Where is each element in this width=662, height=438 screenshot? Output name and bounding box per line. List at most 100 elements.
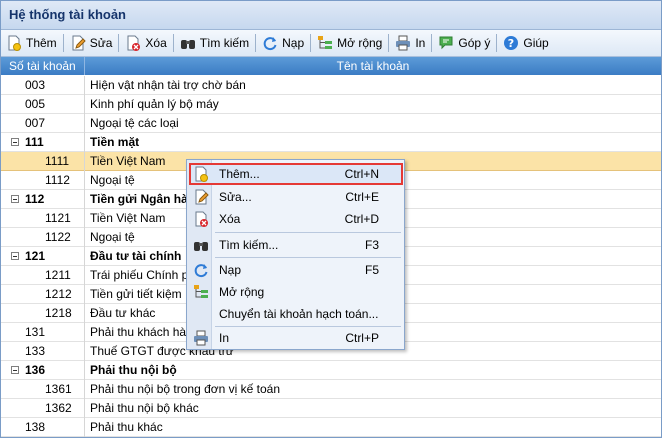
account-name: Tiền mặt [90,135,140,149]
menu-item-label: Xóa [219,212,241,226]
help-label: Giúp [523,36,549,50]
delete-label: Xóa [145,36,167,50]
column-header-account-number[interactable]: Số tài khoản [1,57,85,75]
account-code: 1212 [1,285,85,304]
expand-tree-icon [193,284,209,300]
print-button[interactable]: In [390,32,430,54]
search-label: Tìm kiếm [199,36,250,50]
add-document-icon [193,166,209,182]
window-title: Hệ thống tài khoản [9,7,126,22]
menu-item-expand[interactable]: Mở rộng [189,281,403,303]
toolbar: Thêm Sửa Xóa Tìm kiếm Nạp Mở rộng In Góp… [1,30,661,57]
account-code: 136 [1,361,85,380]
menu-item-shortcut: Ctrl+D [344,212,379,226]
menu-item-label: In [219,331,230,345]
help-button[interactable]: ? Giúp [498,32,553,54]
printer-icon [395,35,411,51]
expand-label: Mở rộng [337,36,383,50]
menu-item-label: Mở rộng [219,285,265,299]
expand-button[interactable]: Mở rộng [312,32,387,54]
edit-button[interactable]: Sửa [65,32,118,54]
menu-item-label: Nạp [219,263,242,277]
menu-item-delete[interactable]: Xóa Ctrl+D [189,208,403,230]
account-name: Tiền Việt Nam [90,154,166,168]
printer-icon [193,330,209,346]
toolbar-divider [255,34,257,52]
add-button[interactable]: Thêm [1,32,62,54]
menu-item-refresh[interactable]: Nạp F5 [189,259,403,281]
title-bar: Hệ thống tài khoản [1,1,661,30]
column-header-account-name[interactable]: Tên tài khoản [85,57,661,75]
delete-button[interactable]: Xóa [120,32,171,54]
account-code: 131 [1,323,85,342]
menu-item-shortcut: Ctrl+N [344,167,379,181]
table-row[interactable]: 007 Ngoại tệ các loại [1,114,661,133]
menu-item-shortcut: F5 [364,263,379,277]
account-name: Kinh phí quản lý bộ máy [90,97,219,111]
account-code: 1211 [1,266,85,285]
edit-label: Sửa [89,36,113,50]
table-row[interactable]: 1361 Phải thu nội bộ trong đơn vị kế toán [1,380,661,399]
account-name: Tiền gửi tiết kiệm [90,287,182,301]
account-name: Phải thu nội bộ khác [90,401,199,415]
menu-item-edit[interactable]: Sửa... Ctrl+E [189,186,403,208]
account-code: 1111 [1,152,85,171]
account-name: Phải thu nội bộ trong đơn vị kế toán [90,382,280,396]
menu-item-add[interactable]: Thêm... Ctrl+N [189,163,403,185]
table-row[interactable]: 005 Kinh phí quản lý bộ máy [1,95,661,114]
menu-item-label: Thêm... [219,167,260,181]
toolbar-divider [172,34,174,52]
table-row-group[interactable]: 111 Tiền mặt [1,133,661,152]
svg-text:?: ? [508,37,514,50]
account-name: Ngoại tệ [90,230,135,244]
menu-item-shortcut: Ctrl+P [345,331,379,345]
table-row-group[interactable]: 136 Phải thu nội bộ [1,361,661,380]
account-code: 003 [1,76,85,95]
account-name: Phải thu khách hàng [90,325,200,339]
account-code: 138 [1,418,85,437]
binoculars-icon [180,35,196,51]
refresh-button[interactable]: Nạp [257,32,309,54]
toolbar-divider [62,34,64,52]
add-label: Thêm [26,36,57,50]
account-code: 007 [1,114,85,133]
account-code: 005 [1,95,85,114]
menu-item-shortcut: F3 [364,238,379,252]
account-code: 1122 [1,228,85,247]
print-label: In [415,36,426,50]
menu-item-shortcut: Ctrl+E [345,190,379,204]
feedback-button[interactable]: Góp ý [433,32,495,54]
context-menu: Thêm... Ctrl+N Sửa... Ctrl+E Xóa Ctrl+D … [186,159,405,350]
toolbar-divider [496,34,498,52]
edit-pencil-icon [70,35,86,51]
table-row[interactable]: 003 Hiện vật nhận tài trợ chờ bán [1,76,661,95]
account-name: Phải thu khác [90,420,163,434]
expand-tree-icon [317,35,333,51]
account-code: 121 [1,247,85,266]
account-name: Phải thu nội bộ [90,363,177,377]
table-row[interactable]: 138 Phải thu khác [1,418,661,437]
account-code: 1121 [1,209,85,228]
account-code: 1362 [1,399,85,418]
menu-separator [215,232,401,233]
menu-item-move-posting-account[interactable]: Chuyển tài khoản hạch toán... [189,303,403,325]
menu-item-label: Chuyển tài khoản hạch toán... [219,307,379,321]
delete-icon [193,211,209,227]
account-name: Hiện vật nhận tài trợ chờ bán [90,78,246,92]
menu-item-label: Sửa... [219,190,252,204]
search-button[interactable]: Tìm kiếm [175,32,254,54]
refresh-icon [193,262,209,278]
account-name: Đầu tư khác [90,306,156,320]
account-code: 111 [1,133,85,152]
account-code: 1112 [1,171,85,190]
table-row[interactable]: 1362 Phải thu nội bộ khác [1,399,661,418]
add-document-icon [6,35,22,51]
toolbar-divider [310,34,312,52]
account-code: 112 [1,190,85,209]
account-code: 1218 [1,304,85,323]
menu-item-print[interactable]: In Ctrl+P [189,327,403,349]
feedback-icon [438,35,454,51]
table-header: Số tài khoản Tên tài khoản [1,57,661,75]
feedback-label: Góp ý [458,36,491,50]
menu-item-search[interactable]: Tìm kiếm... F3 [189,234,403,256]
